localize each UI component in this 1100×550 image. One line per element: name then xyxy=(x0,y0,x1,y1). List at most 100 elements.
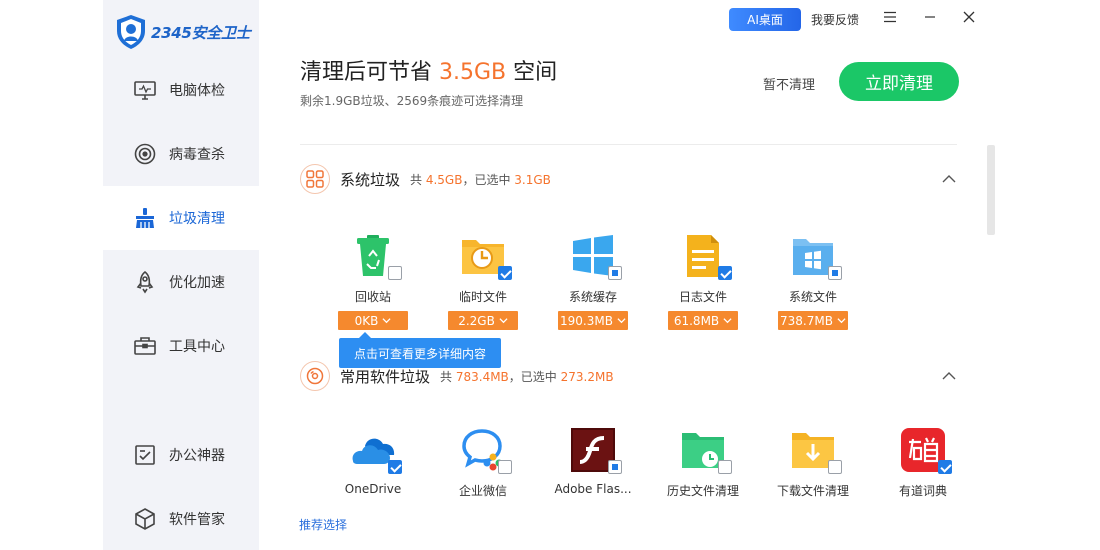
item-checkbox[interactable] xyxy=(718,266,732,280)
close-button[interactable] xyxy=(961,9,977,25)
recommend-select-link[interactable]: 推荐选择 xyxy=(299,516,347,533)
item-checkbox[interactable] xyxy=(828,266,842,280)
sidebar-item-label: 电脑体检 xyxy=(169,83,225,99)
item-name: 系统文件 xyxy=(788,290,837,304)
item-size: 0KB xyxy=(354,313,379,328)
junk-item-system-files[interactable]: 系统文件 738.7MB xyxy=(773,234,853,330)
item-name: 下载文件清理 xyxy=(776,484,849,498)
clean-now-button[interactable]: 立即清理 xyxy=(839,62,959,101)
minimize-button[interactable] xyxy=(922,9,938,25)
item-size: 738.7MB xyxy=(780,313,833,328)
size-dropdown[interactable]: 190.3MB xyxy=(558,311,628,330)
feedback-link[interactable]: 我要反馈 xyxy=(811,11,859,28)
tile-icon-wrap xyxy=(570,234,622,280)
sidebar-item-label: 病毒查杀 xyxy=(169,147,225,163)
sidebar-item-label: 办公神器 xyxy=(169,448,225,464)
junk-item-system-cache[interactable]: 系统缓存 190.3MB xyxy=(553,234,633,330)
sidebar-item-junk-clean[interactable]: 垃圾清理 xyxy=(103,186,259,250)
meta-prefix: 共 xyxy=(440,369,456,384)
software-item-youdao[interactable]: 有道词典 xyxy=(883,428,963,499)
section-icon-wrap xyxy=(300,164,330,194)
app-logo: 2345安全卫士 xyxy=(115,14,251,50)
chevron-down-icon xyxy=(837,318,846,324)
software-item-download-files[interactable]: 下载文件清理 xyxy=(773,428,853,499)
skip-clean-button[interactable]: 暂不清理 xyxy=(763,74,815,93)
item-name: 系统缓存 xyxy=(568,290,617,304)
item-checkbox[interactable] xyxy=(718,460,732,474)
disc-icon xyxy=(306,367,324,385)
size-dropdown[interactable]: 2.2GB xyxy=(448,311,518,330)
meta-prefix: 共 xyxy=(410,172,426,187)
item-checkbox[interactable] xyxy=(828,460,842,474)
software-item-history-files[interactable]: 历史文件清理 xyxy=(663,428,743,499)
item-name: 历史文件清理 xyxy=(666,484,739,498)
sidebar-item-software[interactable]: 软件管家 xyxy=(103,487,259,550)
menu-button[interactable] xyxy=(882,9,898,25)
sidebar: 2345安全卫士 电脑体检 病毒查杀 垃圾清理 优化加速 工具中心 办公神器 软… xyxy=(103,0,259,550)
item-size: 2.2GB xyxy=(458,313,495,328)
size-dropdown[interactable]: 0KB xyxy=(338,311,408,330)
header-divider xyxy=(300,144,957,145)
section-selected: 273.2MB xyxy=(560,369,614,384)
ai-desktop-button[interactable]: AI桌面 xyxy=(729,8,801,31)
title-suffix: 空间 xyxy=(506,60,558,85)
sidebar-item-virus-scan[interactable]: 病毒查杀 xyxy=(103,122,259,186)
logo-text: 2345安全卫士 xyxy=(151,23,251,42)
chevron-down-icon xyxy=(382,318,391,324)
item-name: 临时文件 xyxy=(458,290,507,304)
section-system-junk[interactable]: 系统垃圾 共 4.5GB，已选中 3.1GB xyxy=(300,164,957,194)
tile-icon-wrap xyxy=(350,234,402,280)
junk-summary: 剩余1.9GB垃圾、2569条痕迹可选择清理 xyxy=(300,94,524,108)
sidebar-item-label: 软件管家 xyxy=(169,512,225,528)
item-size: 61.8MB xyxy=(673,313,720,328)
shield-logo-icon xyxy=(117,15,145,49)
chevron-up-icon[interactable] xyxy=(941,171,957,187)
chevron-down-icon xyxy=(499,318,508,324)
section-title: 系统垃圾 xyxy=(340,170,401,189)
section-software-junk[interactable]: 常用软件垃圾 共 783.4MB，已选中 273.2MB xyxy=(300,361,957,391)
tile-icon-wrap xyxy=(460,428,512,474)
rocket-icon xyxy=(136,270,154,294)
size-dropdown[interactable]: 61.8MB xyxy=(668,311,738,330)
sidebar-item-label: 优化加速 xyxy=(169,275,225,291)
size-dropdown[interactable]: 738.7MB xyxy=(778,311,848,330)
close-icon xyxy=(963,11,975,23)
item-name: 有道词典 xyxy=(898,484,947,498)
sidebar-item-tools[interactable]: 工具中心 xyxy=(103,314,259,378)
sidebar-item-label: 工具中心 xyxy=(169,339,225,355)
tile-icon-wrap xyxy=(790,234,842,280)
sidebar-item-label: 垃圾清理 xyxy=(169,211,225,227)
item-checkbox[interactable] xyxy=(498,266,512,280)
item-name: 回收站 xyxy=(354,290,391,304)
sidebar-item-optimize[interactable]: 优化加速 xyxy=(103,250,259,314)
junk-item-log-files[interactable]: 日志文件 61.8MB xyxy=(663,234,743,330)
sidebar-item-pc-check[interactable]: 电脑体检 xyxy=(103,58,259,122)
item-checkbox[interactable] xyxy=(388,460,402,474)
item-checkbox[interactable] xyxy=(608,460,622,474)
tile-icon-wrap xyxy=(790,428,842,474)
scrollbar[interactable] xyxy=(987,145,995,235)
page-title: 清理后可节省 3.5GB 空间 xyxy=(300,54,557,86)
item-name: OneDrive xyxy=(344,482,402,496)
chevron-up-icon[interactable] xyxy=(941,368,957,384)
software-item-onedrive[interactable]: OneDrive xyxy=(333,428,413,496)
title-prefix: 清理后可节省 xyxy=(300,60,439,85)
software-item-adobe-flash[interactable]: Adobe Flas... xyxy=(553,428,633,496)
tile-icon-wrap xyxy=(460,234,512,280)
item-checkbox[interactable] xyxy=(498,460,512,474)
item-name: Adobe Flas... xyxy=(554,482,632,496)
tile-icon-wrap xyxy=(350,428,402,474)
tile-icon-wrap xyxy=(680,428,732,474)
software-item-wecom[interactable]: 企业微信 xyxy=(443,428,523,499)
target-icon xyxy=(134,143,156,165)
item-name: 企业微信 xyxy=(458,484,507,498)
meta-mid: ，已选中 xyxy=(508,369,561,384)
tile-icon-wrap xyxy=(680,234,732,280)
chevron-down-icon xyxy=(723,318,732,324)
item-checkbox[interactable] xyxy=(388,266,402,280)
junk-item-recycle-bin[interactable]: 回收站 0KB xyxy=(333,234,413,330)
sidebar-item-office[interactable]: 办公神器 xyxy=(103,423,259,487)
junk-item-temp-files[interactable]: 临时文件 2.2GB xyxy=(443,234,523,330)
item-checkbox[interactable] xyxy=(938,460,952,474)
item-checkbox[interactable] xyxy=(608,266,622,280)
